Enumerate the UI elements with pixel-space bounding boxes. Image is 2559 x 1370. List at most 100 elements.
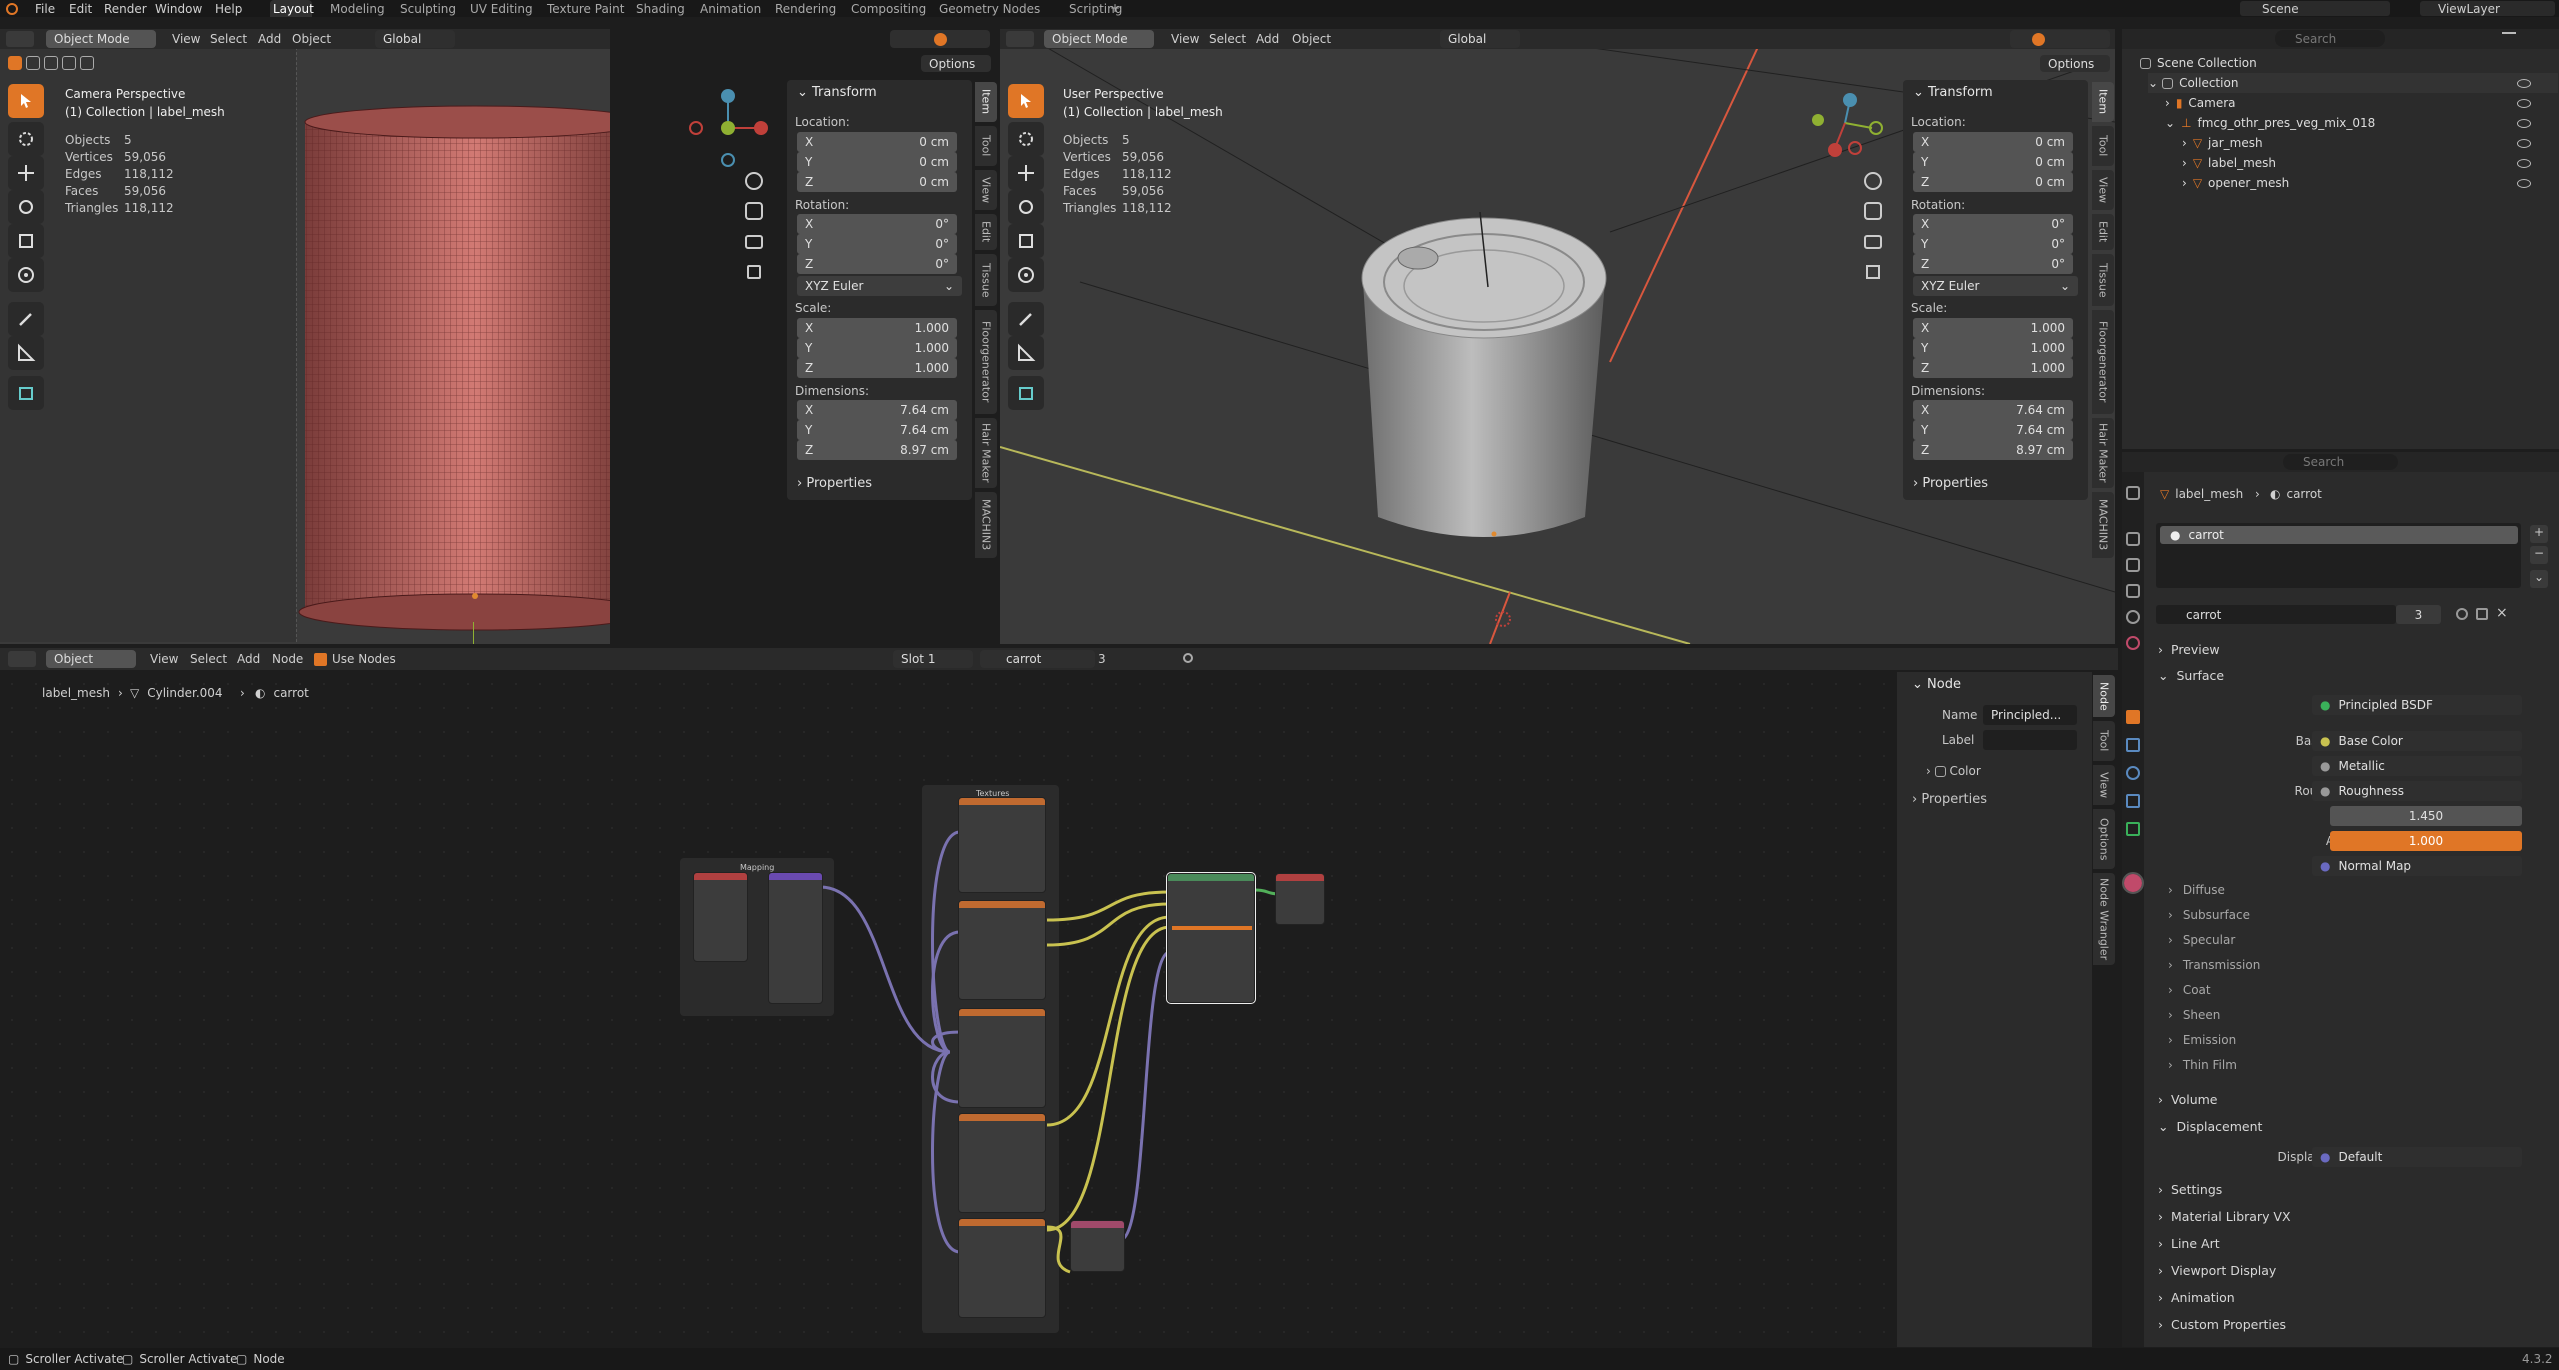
workspace-tab-compositing[interactable]: Compositing [851, 2, 926, 16]
scale-tool-icon-right[interactable] [1008, 224, 1044, 258]
npanel-tab-machin3-right[interactable]: MACHIN3 [2092, 492, 2114, 558]
input-roughness-field[interactable]: ● Roughness [2312, 781, 2522, 801]
node-editor-type-icon[interactable] [8, 651, 36, 667]
node-tab-tool[interactable]: Tool [2093, 721, 2115, 761]
subpanel-specular[interactable]: › Specular [2168, 930, 2235, 950]
section-preview[interactable]: › Preview [2158, 638, 2220, 660]
location-z-field[interactable]: Z 0 cm [797, 172, 957, 192]
location-x-field[interactable]: X 0 cm [797, 132, 957, 152]
rotation-x-field[interactable]: X 0° [797, 214, 957, 234]
menu-object[interactable]: Object [292, 32, 331, 46]
input-metallic-field[interactable]: ● Metallic [2312, 756, 2522, 776]
scale-x-field[interactable]: X 1.000 [797, 318, 957, 338]
rotation-x-field-right[interactable]: X 0° [1913, 214, 2073, 234]
measure-tool-icon-right[interactable] [1008, 336, 1044, 370]
menu-view-right[interactable]: View [1171, 32, 1199, 46]
mode-selector[interactable]: Object Mode [46, 30, 156, 48]
shading-buttons-right[interactable] [2010, 30, 2110, 48]
workspace-tab-animation[interactable]: Animation [700, 2, 761, 16]
material-slot-item[interactable]: ● carrot [2160, 526, 2518, 544]
subpanel-coat[interactable]: › Coat [2168, 980, 2211, 1000]
dimensions-y-field[interactable]: Y 7.64 cm [797, 420, 957, 440]
node-menu-view[interactable]: View [150, 652, 178, 666]
normal-field[interactable]: ● Normal Map [2312, 856, 2522, 876]
select-tool-icon[interactable] [8, 84, 44, 118]
input-base-color-field[interactable]: ● Base Color [2312, 731, 2522, 751]
node-image-texture-5[interactable] [958, 1218, 1046, 1318]
node-tab-view[interactable]: View [2093, 765, 2115, 805]
cursor-tool-icon[interactable] [8, 122, 44, 156]
location-x-field-right[interactable]: X 0 cm [1913, 132, 2073, 152]
color-checkbox[interactable] [1934, 766, 1946, 777]
workspace-tab-rendering[interactable]: Rendering [775, 2, 836, 16]
select-box-icon[interactable] [8, 56, 22, 70]
tab-material-icon[interactable] [2122, 872, 2144, 894]
tab-modifiers-icon[interactable] [2126, 738, 2140, 752]
displacement-field[interactable]: ● Default [2312, 1147, 2522, 1167]
section-viewport-display[interactable]: › Viewport Display [2158, 1259, 2276, 1281]
material-users-count[interactable]: 3 [1098, 652, 1106, 666]
visibility-eye-icon[interactable] [2517, 119, 2531, 128]
node-menu-select[interactable]: Select [190, 652, 227, 666]
node-tab-node-wrangler[interactable]: Node Wrangler [2093, 873, 2115, 965]
scale-tool-icon[interactable] [8, 224, 44, 258]
use-nodes-checkbox[interactable] [314, 653, 327, 666]
outliner-row-scene-collection[interactable]: Scene Collection [2140, 53, 2257, 73]
scale-y-field[interactable]: Y 1.000 [797, 338, 957, 358]
workspace-tab-modeling[interactable]: Modeling [330, 2, 385, 16]
npanel-tab-item-right[interactable]: Item [2092, 82, 2114, 122]
duplicate-material-icon[interactable] [2476, 608, 2488, 620]
workspace-tab-uv-editing[interactable]: UV Editing [470, 2, 533, 16]
outliner-row-label-mesh[interactable]: › ▽ label_mesh [2182, 153, 2276, 173]
add-slot-icon[interactable]: + [2530, 525, 2548, 543]
orientation-selector-right[interactable]: Global [1440, 30, 1520, 48]
section-line-art[interactable]: › Line Art [2158, 1232, 2220, 1254]
lock-camera-icon[interactable] [747, 265, 761, 279]
npanel-tab-view[interactable]: View [975, 170, 997, 210]
section-volume[interactable]: › Volume [2158, 1088, 2218, 1110]
visibility-eye-icon[interactable] [2517, 159, 2531, 168]
rotate-tool-icon[interactable] [8, 190, 44, 224]
visibility-eye-icon[interactable] [2517, 99, 2531, 108]
node-principled-bsdf[interactable] [1166, 872, 1256, 1004]
outliner-row-collection[interactable]: ⌄ Collection [2148, 73, 2558, 93]
node-material-output[interactable] [1275, 873, 1325, 925]
can-3d-model[interactable] [1360, 212, 1610, 632]
properties-breadcrumb-mesh[interactable]: ▽ label_mesh [2160, 487, 2243, 501]
mode-selector-right[interactable]: Object Mode [1044, 30, 1154, 48]
material-users-field[interactable]: 3 [2396, 605, 2441, 624]
add-cube-tool-icon-right[interactable] [1008, 376, 1044, 410]
section-surface[interactable]: ⌄ Surface [2158, 664, 2224, 686]
rotation-mode-select-right[interactable]: XYZ Euler ⌄ [1913, 276, 2078, 296]
select-subtract-icon[interactable] [44, 56, 58, 70]
npanel-tab-tool[interactable]: Tool [975, 126, 997, 166]
transform-tool-icon[interactable] [8, 258, 44, 292]
filter-icon[interactable] [2502, 32, 2516, 44]
rotation-y-field-right[interactable]: Y 0° [1913, 234, 2073, 254]
annotate-tool-icon-right[interactable] [1008, 302, 1044, 336]
node-normal-map[interactable] [1070, 1220, 1125, 1272]
slot-selector[interactable]: Slot 1 [893, 650, 973, 668]
location-z-field-right[interactable]: Z 0 cm [1913, 172, 2073, 192]
material-selector[interactable]: carrot [980, 650, 1095, 668]
zoom-view-icon-right[interactable] [1864, 172, 1882, 190]
measure-tool-icon[interactable] [8, 336, 44, 370]
fake-user-icon[interactable] [2456, 608, 2468, 620]
node-mode-selector[interactable]: Object [46, 650, 136, 668]
solid-shading-icon[interactable] [934, 33, 947, 46]
node-tab-options[interactable]: Options [2093, 809, 2115, 869]
workspace-tab-texture-paint[interactable]: Texture Paint [547, 2, 624, 16]
workspace-tab-sculpting[interactable]: Sculpting [400, 2, 456, 16]
menu-window[interactable]: Window [155, 2, 202, 16]
npanel-tab-hair-maker[interactable]: Hair Maker [975, 418, 997, 488]
node-label-field[interactable] [1983, 730, 2077, 750]
pan-view-icon[interactable] [745, 202, 763, 220]
rotate-tool-icon-right[interactable] [1008, 190, 1044, 224]
menu-help[interactable]: Help [215, 2, 242, 16]
subpanel-transmission[interactable]: › Transmission [2168, 955, 2260, 975]
node-name-field[interactable]: Principled... [1983, 705, 2077, 725]
menu-add[interactable]: Add [258, 32, 281, 46]
tab-view-layer-icon[interactable] [2126, 584, 2140, 598]
rotation-y-field[interactable]: Y 0° [797, 234, 957, 254]
subpanel-diffuse[interactable]: › Diffuse [2168, 880, 2225, 900]
